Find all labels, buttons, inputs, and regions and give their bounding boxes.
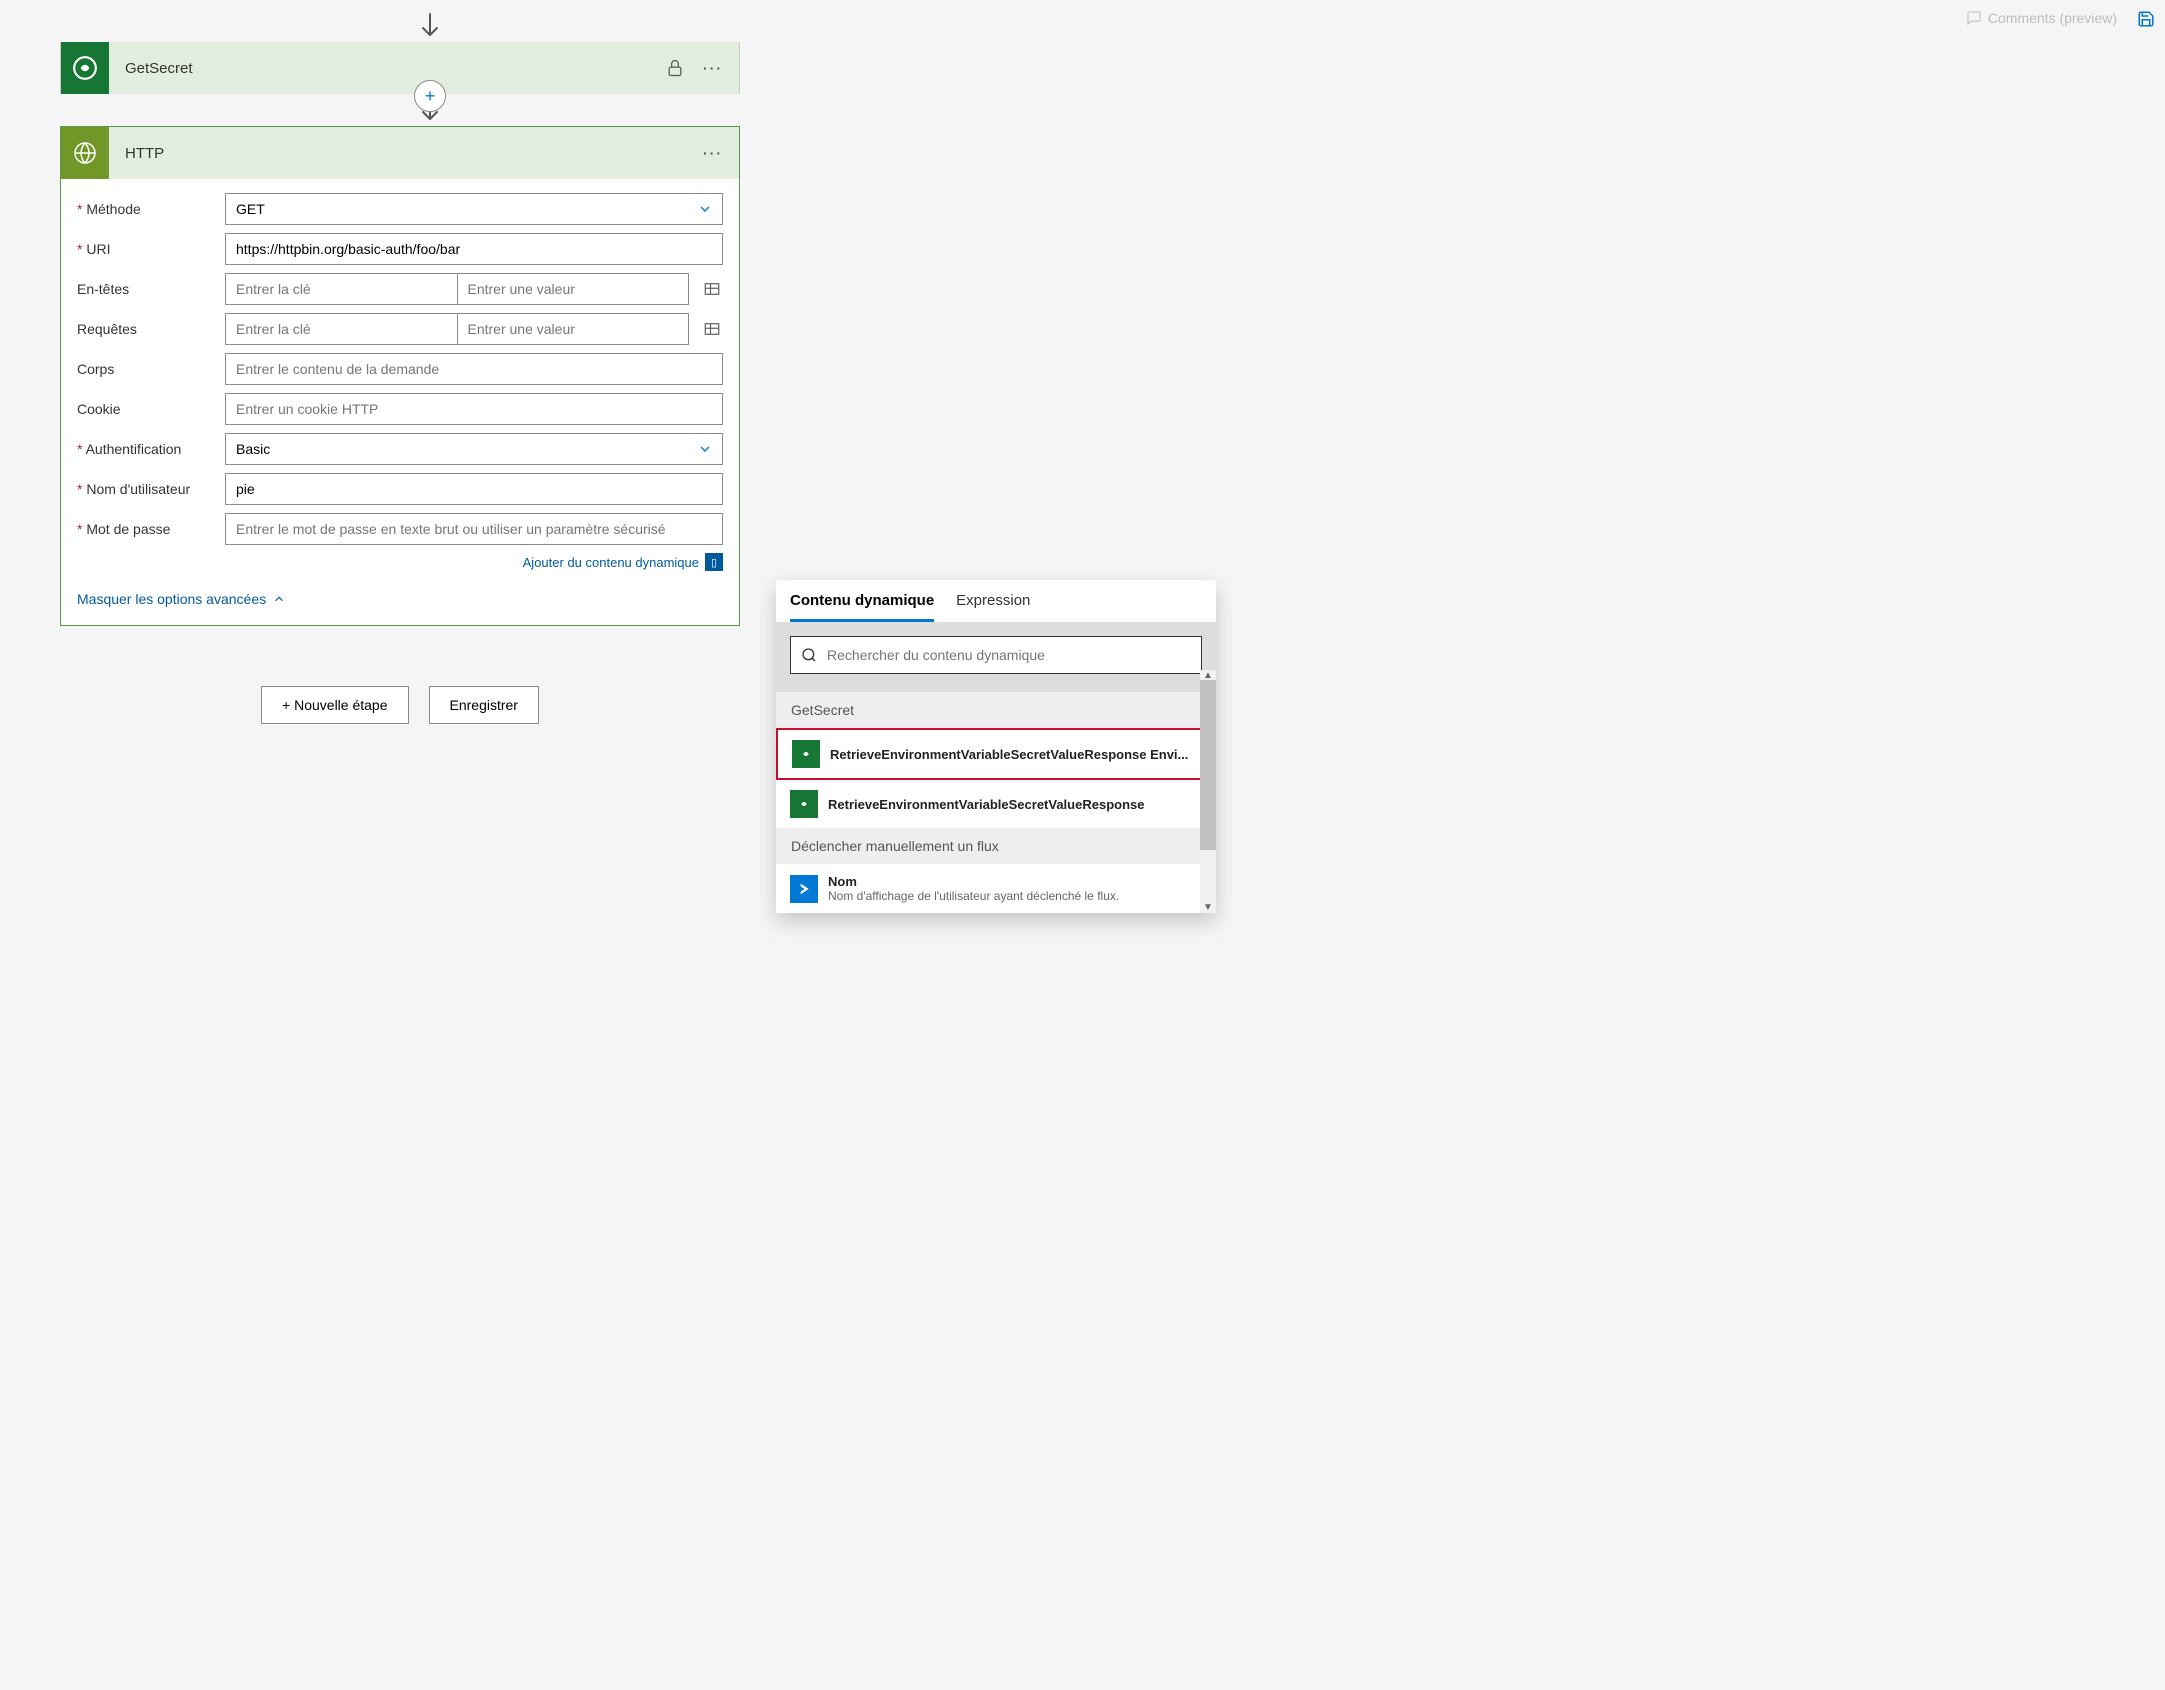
designer-canvas: GetSecret ··· + HTTP ··· bbox=[60, 10, 800, 724]
password-label: Mot de passe bbox=[77, 521, 225, 537]
getsecret-card[interactable]: GetSecret ··· bbox=[60, 42, 740, 94]
arrow-down-icon bbox=[418, 12, 442, 40]
arrow-connector bbox=[60, 10, 800, 42]
username-label: Nom d'utilisateur bbox=[77, 481, 225, 497]
top-toolbar: Comments (preview) bbox=[1966, 10, 2165, 40]
dyn-section-trigger: Déclencher manuellement un flux bbox=[776, 828, 1216, 864]
comment-icon bbox=[1966, 10, 1982, 26]
flow-icon bbox=[790, 875, 818, 903]
method-select[interactable] bbox=[225, 193, 723, 225]
http-logo bbox=[61, 127, 109, 179]
dyn-section-getsecret: GetSecret bbox=[776, 692, 1216, 728]
chevron-up-icon bbox=[272, 592, 286, 606]
uri-label: URI bbox=[77, 241, 225, 257]
auth-select[interactable] bbox=[225, 433, 723, 465]
search-icon bbox=[801, 647, 817, 663]
lock-icon bbox=[665, 58, 685, 78]
globe-icon bbox=[73, 141, 97, 165]
scroll-down-icon[interactable]: ▼ bbox=[1200, 902, 1216, 913]
http-card: HTTP ··· Méthode URI En-t bbox=[60, 126, 740, 626]
method-label: Méthode bbox=[77, 201, 225, 217]
username-input[interactable] bbox=[225, 473, 723, 505]
cookie-label: Cookie bbox=[77, 401, 225, 417]
getsecret-menu-button[interactable]: ··· bbox=[703, 60, 723, 76]
tab-dynamic-content[interactable]: Contenu dynamique bbox=[790, 592, 934, 622]
queries-key-input[interactable] bbox=[225, 313, 458, 345]
dyn-item-nom[interactable]: Nom Nom d'affichage de l'utilisateur aya… bbox=[776, 864, 1216, 913]
queries-label: Requêtes bbox=[77, 321, 225, 337]
headers-key-input[interactable] bbox=[225, 273, 458, 305]
save-icon[interactable] bbox=[2137, 10, 2155, 28]
tab-expression[interactable]: Expression bbox=[956, 592, 1030, 622]
body-input[interactable] bbox=[225, 353, 723, 385]
add-step-button[interactable]: + bbox=[414, 80, 446, 112]
dataverse-icon bbox=[790, 790, 818, 818]
headers-mode-button[interactable] bbox=[703, 280, 723, 298]
dynamic-content-panel: Contenu dynamique Expression GetSecret R… bbox=[776, 580, 1216, 913]
http-menu-button[interactable]: ··· bbox=[703, 145, 723, 161]
dyn-item-envvar-secret-trunc[interactable]: RetrieveEnvironmentVariableSecretValueRe… bbox=[776, 728, 1216, 780]
dataverse-icon bbox=[792, 740, 820, 768]
add-dynamic-content-link[interactable]: Ajouter du contenu dynamique ▯ bbox=[77, 553, 723, 571]
headers-value-input[interactable] bbox=[458, 273, 690, 305]
dyn-panel-scrollbar[interactable]: ▲ ▼ bbox=[1200, 670, 1216, 913]
getsecret-title: GetSecret bbox=[125, 60, 193, 77]
body-label: Corps bbox=[77, 361, 225, 377]
uri-input[interactable] bbox=[225, 233, 723, 265]
headers-label: En-têtes bbox=[77, 281, 225, 297]
scrollbar-thumb[interactable] bbox=[1200, 680, 1216, 850]
dataverse-logo bbox=[61, 42, 109, 94]
dynamic-search-input[interactable] bbox=[827, 647, 1191, 663]
auth-label: Authentification bbox=[77, 441, 225, 457]
http-title: HTTP bbox=[125, 145, 164, 162]
dataverse-icon bbox=[72, 55, 98, 81]
queries-value-input[interactable] bbox=[458, 313, 690, 345]
dynamic-badge-icon: ▯ bbox=[705, 553, 723, 571]
text-mode-icon bbox=[703, 280, 721, 298]
comments-button[interactable]: Comments (preview) bbox=[1966, 10, 2117, 26]
password-input[interactable] bbox=[225, 513, 723, 545]
queries-mode-button[interactable] bbox=[703, 320, 723, 338]
text-mode-icon bbox=[703, 320, 721, 338]
save-button[interactable]: Enregistrer bbox=[429, 686, 539, 724]
new-step-button[interactable]: + Nouvelle étape bbox=[261, 686, 408, 724]
hide-advanced-toggle[interactable]: Masquer les options avancées bbox=[77, 591, 286, 607]
dyn-item-envvar-secret[interactable]: RetrieveEnvironmentVariableSecretValueRe… bbox=[776, 780, 1216, 828]
cookie-input[interactable] bbox=[225, 393, 723, 425]
